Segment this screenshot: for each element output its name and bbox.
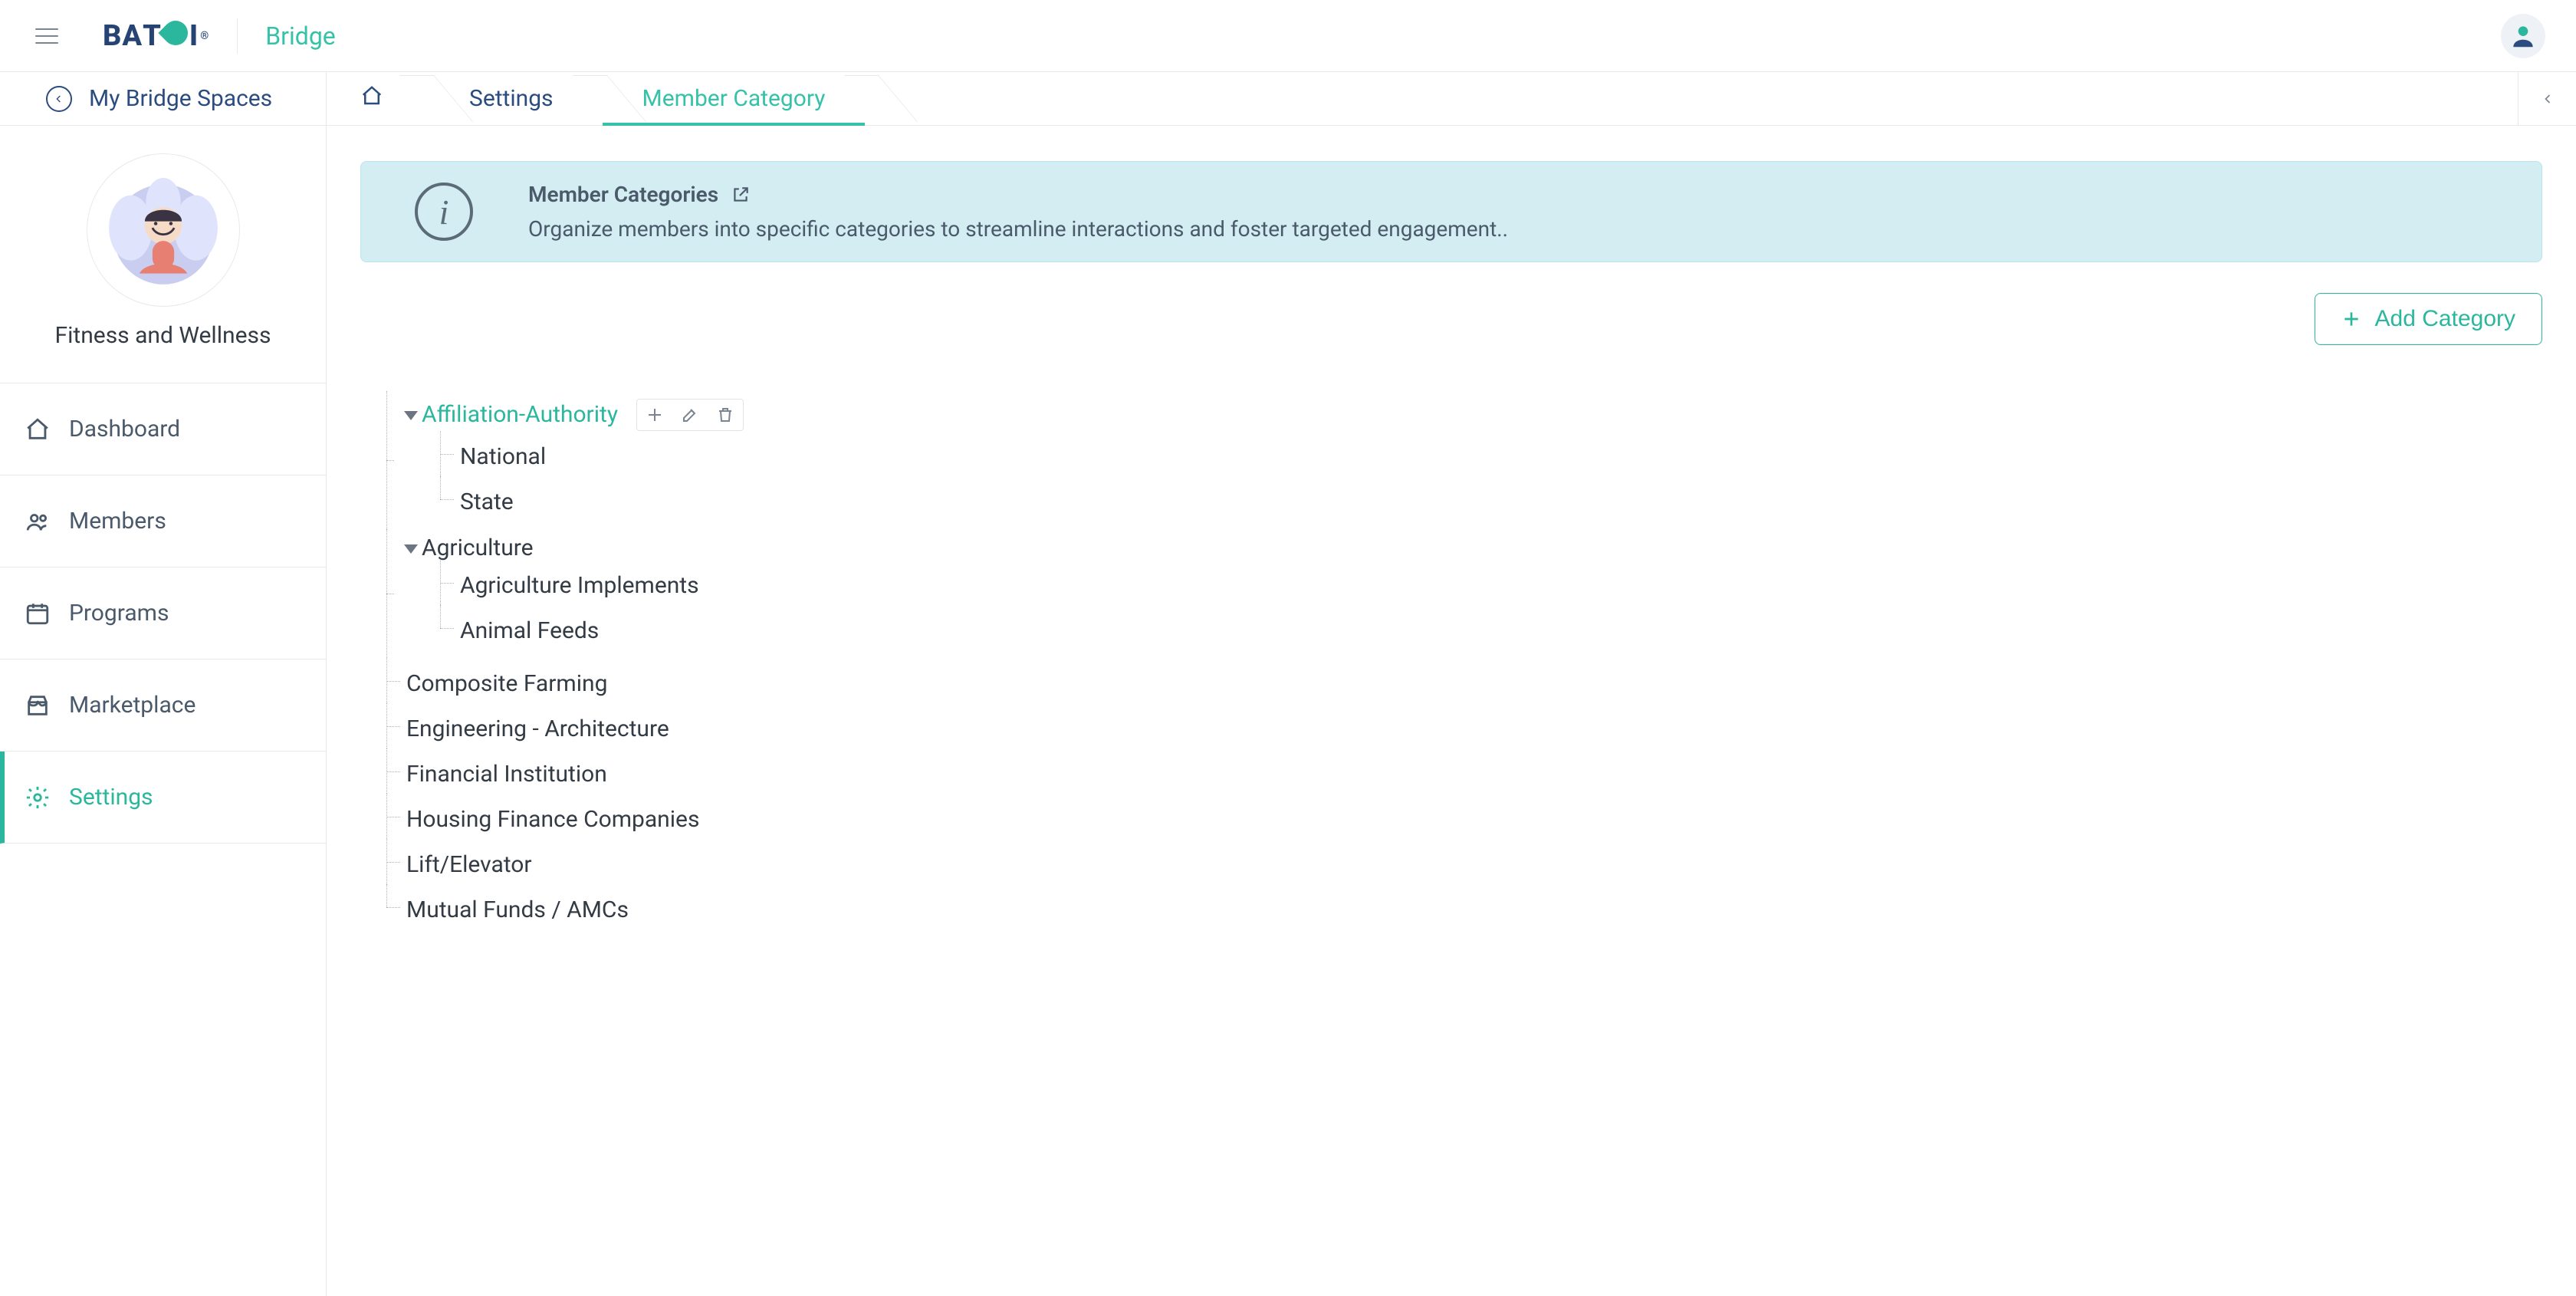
my-bridge-spaces-label: My Bridge Spaces <box>89 85 272 112</box>
sidebar-item-dashboard[interactable]: Dashboard <box>0 383 326 475</box>
caret-icon[interactable] <box>404 544 418 554</box>
top-bar: BATI® Bridge <box>0 0 2576 72</box>
tree-node-label: Composite Farming <box>406 673 607 696</box>
tree-node-label: Mutual Funds / AMCs <box>406 899 629 922</box>
divider <box>237 18 238 54</box>
info-banner: i Member Categories Organize members int… <box>360 161 2542 262</box>
sidebar-item-label: Programs <box>69 600 169 627</box>
space-name: Fitness and Wellness <box>55 322 271 349</box>
tree-node-label: Housing Finance Companies <box>406 808 699 831</box>
tree-node-label: Financial Institution <box>406 763 607 786</box>
bridge-link[interactable]: Bridge <box>265 21 336 51</box>
tree-node-label: Agriculture Implements <box>460 574 699 597</box>
tree-node[interactable]: Mutual Funds / AMCs <box>406 899 629 922</box>
menu-toggle-icon[interactable] <box>35 28 58 44</box>
home-icon <box>25 416 51 442</box>
breadcrumb-member-category[interactable]: Member Category <box>590 72 863 125</box>
breadcrumb-label: Settings <box>469 85 554 112</box>
breadcrumb-settings[interactable]: Settings <box>417 72 590 125</box>
caret-icon[interactable] <box>404 411 418 420</box>
tree-node-label: State <box>460 491 514 514</box>
breadcrumb-label: Member Category <box>642 85 826 112</box>
tree-node[interactable]: Agriculture <box>406 537 534 560</box>
sidebar-item-label: Dashboard <box>69 416 180 442</box>
user-icon <box>2509 21 2538 51</box>
tree-node-label: National <box>460 446 546 469</box>
tree-node-label: Animal Feeds <box>460 620 599 643</box>
plus-icon <box>646 406 664 424</box>
tree-node-actions <box>636 399 744 431</box>
space-card: Fitness and Wellness <box>0 153 326 383</box>
sidebar-item-settings[interactable]: Settings <box>0 752 326 844</box>
tree-node-label: Affiliation-Authority <box>422 403 618 426</box>
add-child-button[interactable] <box>637 400 672 430</box>
home-icon <box>360 84 383 113</box>
edit-icon <box>681 406 699 424</box>
tree-node[interactable]: State <box>460 491 514 514</box>
main-content: i Member Categories Organize members int… <box>327 126 2576 1296</box>
scroll-right-button[interactable] <box>2518 72 2576 125</box>
users-icon <box>25 508 51 535</box>
tree-node-label: Engineering - Architecture <box>406 718 669 741</box>
tree-node[interactable]: Lift/Elevator <box>406 854 532 877</box>
tree-node-label: Lift/Elevator <box>406 854 532 877</box>
tree-node[interactable]: Agriculture Implements <box>460 574 699 597</box>
trash-icon <box>716 406 734 424</box>
sidebar-item-marketplace[interactable]: Marketplace <box>0 660 326 752</box>
tree-node[interactable]: Composite Farming <box>406 673 607 696</box>
tree-node[interactable]: National <box>460 446 546 469</box>
info-icon: i <box>415 183 473 241</box>
breadcrumb: Settings Member Category <box>327 72 2518 125</box>
tree-node[interactable]: Affiliation-Authority <box>406 399 744 431</box>
tree-node[interactable]: Financial Institution <box>406 763 607 786</box>
calendar-icon <box>25 600 51 627</box>
logo[interactable]: BATI® <box>103 19 209 53</box>
tree-node[interactable]: Housing Finance Companies <box>406 808 699 831</box>
sidebar-item-programs[interactable]: Programs <box>0 567 326 660</box>
info-banner-description: Organize members into specific categorie… <box>528 216 1508 242</box>
breadcrumb-home[interactable] <box>327 72 417 125</box>
sidebar-item-label: Settings <box>69 784 153 811</box>
sidebar: Fitness and Wellness Dashboard Members P… <box>0 126 327 1296</box>
plus-icon <box>2341 309 2361 329</box>
store-icon <box>25 692 51 719</box>
category-tree: Affiliation-Authority National State Agricu… <box>360 391 2542 929</box>
info-banner-title: Member Categories <box>528 182 718 207</box>
my-bridge-spaces-link[interactable]: My Bridge Spaces <box>0 72 327 125</box>
add-category-button[interactable]: Add Category <box>2315 293 2542 345</box>
sidebar-item-label: Marketplace <box>69 692 196 719</box>
add-category-label: Add Category <box>2375 306 2515 332</box>
tree-node-label: Agriculture <box>422 537 534 560</box>
gear-icon <box>25 785 51 811</box>
external-link-icon[interactable] <box>731 185 751 205</box>
space-avatar <box>87 153 240 307</box>
tree-node[interactable]: Animal Feeds <box>460 620 599 643</box>
arrow-left-icon <box>46 86 72 112</box>
delete-button[interactable] <box>708 400 743 430</box>
edit-button[interactable] <box>672 400 708 430</box>
sub-bar: My Bridge Spaces Settings Member Categor… <box>0 72 2576 126</box>
sidebar-item-members[interactable]: Members <box>0 475 326 567</box>
sidebar-item-label: Members <box>69 508 166 535</box>
user-avatar[interactable] <box>2501 14 2545 58</box>
tree-node[interactable]: Engineering - Architecture <box>406 718 669 741</box>
leaf-icon <box>158 15 192 50</box>
